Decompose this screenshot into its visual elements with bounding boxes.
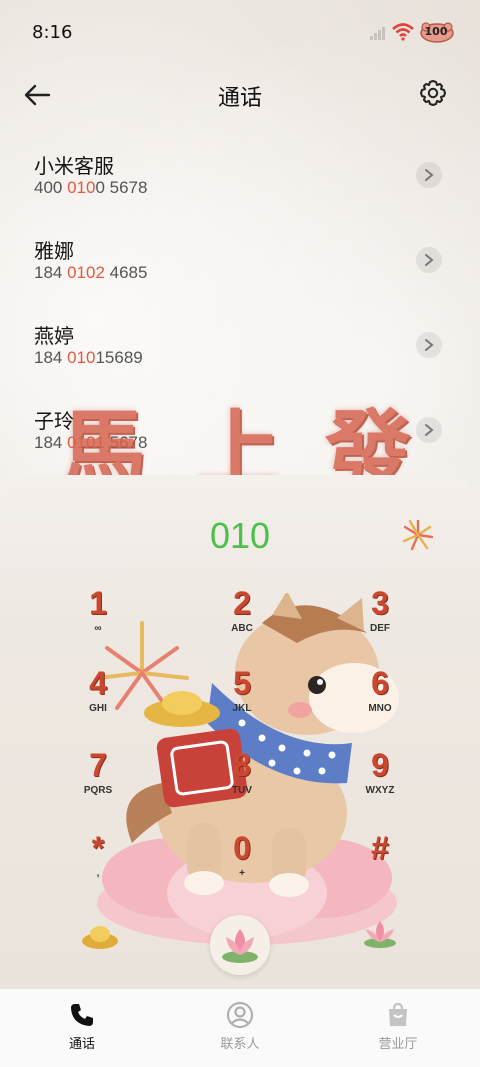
lotus-icon[interactable] xyxy=(360,915,400,951)
key-9[interactable]: 9 WXYZ xyxy=(345,747,415,817)
theme-banner: 馬 上 發 xyxy=(60,380,460,501)
settings-button[interactable] xyxy=(418,78,450,110)
call-log-item[interactable]: 小米客服 400 0100 5678 xyxy=(0,140,480,210)
contact-name: 燕婷 xyxy=(34,324,74,348)
status-bar: 8:16 100 xyxy=(0,0,480,66)
nav-tab-store[interactable]: 营业厅 xyxy=(338,989,458,1067)
status-time: 8:16 xyxy=(32,22,73,43)
key-1[interactable]: 1 ∞ xyxy=(63,585,133,655)
chevron-right-icon xyxy=(425,254,434,266)
dialpad-panel: 010 1 ∞ 2 ABC 3 DEF 4 GHI 5 JKL 6 MNO 7 … xyxy=(0,475,480,989)
contact-name: 小米客服 xyxy=(34,154,114,178)
chevron-right-icon xyxy=(425,169,434,181)
wifi-icon xyxy=(392,23,414,41)
phone-number: 184 0102 4685 xyxy=(34,263,148,282)
key-hash[interactable]: # xyxy=(345,830,415,900)
battery-indicator: 100 xyxy=(420,22,454,48)
call-button[interactable] xyxy=(210,915,270,975)
detail-button[interactable] xyxy=(416,162,442,188)
phone-icon xyxy=(71,1004,93,1026)
gear-icon xyxy=(420,80,446,106)
key-star[interactable]: * , xyxy=(63,830,133,900)
nav-tab-contacts[interactable]: 联系人 xyxy=(180,989,300,1067)
nav-tab-calls[interactable]: 通话 xyxy=(22,989,142,1067)
detail-button[interactable] xyxy=(416,332,442,358)
header: 通话 xyxy=(0,66,480,124)
lotus-dial-icon xyxy=(222,929,258,963)
key-0[interactable]: 0 + xyxy=(207,830,277,900)
detail-button[interactable] xyxy=(416,247,442,273)
firework-icon[interactable] xyxy=(400,517,436,553)
gold-ingot-icon[interactable] xyxy=(80,917,120,951)
key-7[interactable]: 7 PQRS xyxy=(63,747,133,817)
voicemail-icon: ∞ xyxy=(94,623,102,634)
phone-number: 400 0100 5678 xyxy=(34,178,148,197)
signal-icon xyxy=(370,27,385,40)
store-icon xyxy=(389,1002,407,1026)
contact-name: 雅娜 xyxy=(34,239,74,263)
battery-level: 100 xyxy=(424,25,448,38)
key-4[interactable]: 4 GHI xyxy=(63,665,133,735)
key-8[interactable]: 8 TUV xyxy=(207,747,277,817)
key-6[interactable]: 6 MNO xyxy=(345,665,415,735)
key-5[interactable]: 5 JKL xyxy=(207,665,277,735)
phone-number: 184 01015689 xyxy=(34,348,143,367)
call-log-item[interactable]: 燕婷 184 01015689 xyxy=(0,310,480,380)
page-title: 通话 xyxy=(217,86,262,111)
bottom-navigation: 通话 联系人 营业厅 xyxy=(0,989,480,1067)
chevron-right-icon xyxy=(425,339,434,351)
call-log-item[interactable]: 雅娜 184 0102 4685 xyxy=(0,225,480,295)
contact-icon xyxy=(226,1001,254,1029)
key-2[interactable]: 2 ABC xyxy=(207,585,277,655)
key-3[interactable]: 3 DEF xyxy=(345,585,415,655)
